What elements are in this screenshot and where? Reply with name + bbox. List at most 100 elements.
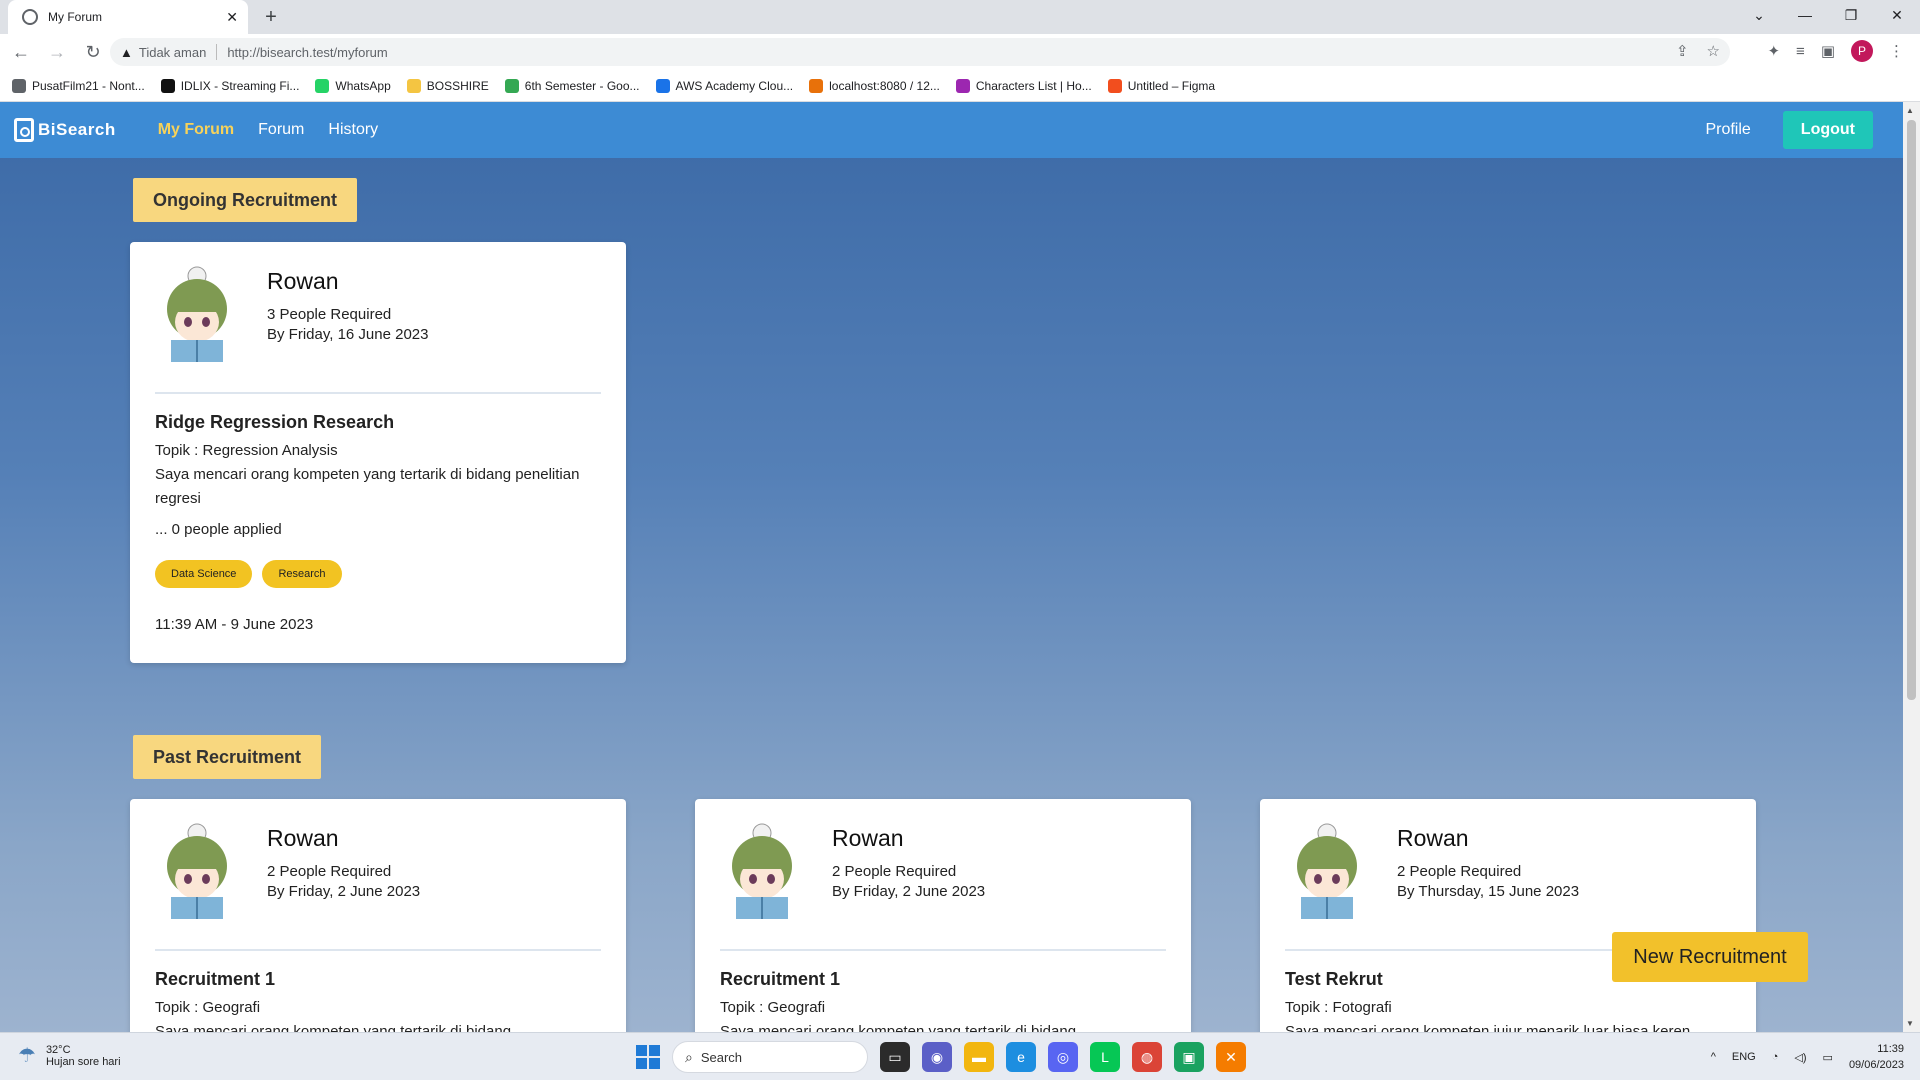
recruitment-card[interactable]: Rowan 2 People Required By Friday, 2 June …: [695, 799, 1191, 1032]
weather-widget[interactable]: ☂ 32°C Hujan sore hari: [18, 1043, 121, 1068]
system-tray: ^ ENG ◔ ◁) ▭ 11:39 09/06/2023: [1711, 1041, 1904, 1073]
scroll-up-icon[interactable]: ▲: [1906, 106, 1914, 115]
bookmark-item[interactable]: Untitled – Figma: [1107, 78, 1216, 93]
recruitment-card[interactable]: Rowan 2 People Required By Thursday, 15 Ju…: [1260, 799, 1756, 1032]
side-panel-icon[interactable]: ▣: [1821, 42, 1835, 60]
logo-document-icon: [14, 118, 34, 142]
recruitment-description: Saya mencari orang kompeten yang tertari…: [155, 466, 580, 507]
due-date: By Friday, 16 June 2023: [267, 326, 429, 343]
forward-button[interactable]: →: [42, 42, 72, 63]
avatar: [720, 821, 804, 921]
chevron-up-icon[interactable]: ^: [1711, 1051, 1716, 1063]
bookmark-star-icon[interactable]: ☆: [1707, 42, 1720, 60]
past-recruitment-label: Past Recruitment: [133, 735, 322, 779]
minimize-button[interactable]: —: [1782, 0, 1828, 34]
scrollbar-thumb[interactable]: [1907, 120, 1916, 700]
media-icon[interactable]: ≡: [1796, 43, 1805, 60]
extensions-icon[interactable]: ✦: [1767, 42, 1780, 60]
taskbar-search-label: Search: [700, 1049, 743, 1065]
scroll-down-icon[interactable]: ▼: [1906, 1019, 1914, 1028]
page-scrollbar[interactable]: ▲ ▼: [1903, 102, 1920, 1032]
battery-icon[interactable]: ▭: [1823, 1051, 1833, 1064]
card-header: Rowan 2 People Required By Thursday, 15 Ju…: [1285, 821, 1731, 921]
card-divider: [155, 949, 601, 951]
clock[interactable]: 11:39 09/06/2023: [1849, 1041, 1904, 1073]
restore-button[interactable]: ❐: [1828, 0, 1874, 34]
card-header: Rowan 2 People Required By Friday, 2 June …: [720, 821, 1166, 921]
windows-taskbar: ☂ 32°C Hujan sore hari ⌕ Search ▭ ◉ ▬ e …: [0, 1032, 1920, 1080]
username: Rowan: [1397, 825, 1469, 851]
url-input[interactable]: ▲ Tidak aman http://bisearch.test/myforu…: [110, 38, 1730, 66]
app-icon[interactable]: ▣: [1174, 1042, 1204, 1072]
browser-tab[interactable]: My Forum ✕: [8, 0, 248, 34]
logout-button[interactable]: Logout: [1782, 111, 1873, 149]
new-recruitment-button[interactable]: New Recruitment: [1612, 932, 1808, 982]
back-button[interactable]: ←: [6, 42, 36, 63]
recruitment-card[interactable]: Rowan 2 People Required By Friday, 2 June …: [130, 799, 626, 1032]
menu-icon[interactable]: ⋮: [1889, 42, 1904, 60]
bookmark-label: WhatsApp: [335, 78, 391, 93]
wifi-icon[interactable]: ◔: [1772, 1051, 1779, 1063]
profile-avatar[interactable]: P: [1851, 40, 1873, 62]
bookmark-label: localhost:8080 / 12...: [829, 78, 940, 93]
bookmark-item[interactable]: WhatsApp: [315, 78, 391, 93]
bookmark-label: Untitled – Figma: [1127, 78, 1216, 93]
people-required: 3 People Required: [267, 306, 392, 323]
due-date: By Friday, 2 June 2023: [267, 883, 421, 900]
bookmark-label: Characters List | Ho...: [975, 78, 1092, 93]
nav-history[interactable]: History: [328, 121, 378, 139]
share-icon[interactable]: ⇪: [1676, 42, 1689, 60]
new-tab-button[interactable]: +: [258, 4, 284, 30]
weather-desc: Hujan sore hari: [45, 1055, 121, 1068]
volume-icon[interactable]: ◁): [1794, 1051, 1806, 1064]
bookmark-item[interactable]: AWS Academy Clou...: [655, 78, 794, 93]
bookmark-favicon-icon: [955, 78, 970, 93]
reload-button[interactable]: ↻: [78, 42, 108, 63]
bookmark-favicon-icon: [809, 78, 824, 93]
recruitment-topic: Topik : Fotografi: [1285, 999, 1392, 1016]
recruitment-title[interactable]: Recruitment 1: [720, 969, 1166, 990]
tag-badge[interactable]: Data Science: [155, 560, 253, 588]
recruitment-title[interactable]: Ridge Regression Research: [155, 412, 601, 433]
weather-temp: 32°C: [45, 1043, 71, 1056]
card-user-info: Rowan 2 People Required By Friday, 2 June …: [832, 821, 985, 902]
edge-icon[interactable]: e: [1006, 1042, 1036, 1072]
nav-right: Profile Logout: [1705, 111, 1873, 149]
card-divider: [155, 392, 601, 394]
recruitment-title[interactable]: Recruitment 1: [155, 969, 601, 990]
nav-my-forum[interactable]: My Forum: [158, 121, 234, 139]
close-window-button[interactable]: ✕: [1874, 0, 1920, 34]
tag-list: Data Science Research: [155, 560, 601, 588]
people-required: 2 People Required: [832, 863, 957, 880]
bookmark-item[interactable]: localhost:8080 / 12...: [809, 78, 940, 93]
bookmark-item[interactable]: Characters List | Ho...: [955, 78, 1092, 93]
bookmark-favicon-icon: [504, 78, 519, 93]
xampp-icon[interactable]: ✕: [1216, 1042, 1246, 1072]
tab-search-icon[interactable]: ⌄: [1736, 0, 1782, 34]
address-toolbar: ← → ↻ ▲ Tidak aman http://bisearch.test/…: [0, 34, 1920, 70]
bookmark-item[interactable]: BOSSHIRE: [406, 78, 489, 93]
bookmark-item[interactable]: 6th Semester - Goo...: [504, 78, 640, 93]
windows-start-icon[interactable]: [636, 1045, 660, 1069]
recruitment-topic: Topik : Geografi: [720, 999, 826, 1016]
chrome-icon[interactable]: ◍: [1132, 1042, 1162, 1072]
close-tab-icon[interactable]: ✕: [226, 9, 238, 26]
profile-link[interactable]: Profile: [1705, 121, 1750, 139]
bookmark-label: AWS Academy Clou...: [675, 78, 794, 93]
nav-forum[interactable]: Forum: [258, 121, 304, 139]
taskbar-search[interactable]: ⌕ Search: [672, 1041, 868, 1073]
bookmark-label: PusatFilm21 - Nont...: [32, 78, 145, 93]
discord-icon[interactable]: ◎: [1048, 1042, 1078, 1072]
bookmark-item[interactable]: PusatFilm21 - Nont...: [12, 78, 145, 93]
app-logo[interactable]: BiSearch: [14, 118, 116, 142]
teams-icon[interactable]: ◉: [922, 1042, 952, 1072]
recruitment-card[interactable]: Rowan 3 People Required By Friday, 16 June…: [130, 242, 626, 663]
line-icon[interactable]: L: [1090, 1042, 1120, 1072]
warning-icon: ▲: [120, 44, 133, 60]
language-indicator[interactable]: ENG: [1732, 1051, 1756, 1063]
tag-badge[interactable]: Research: [262, 560, 342, 588]
file-explorer-icon[interactable]: ▬: [964, 1042, 994, 1072]
task-view-icon[interactable]: ▭: [880, 1042, 910, 1072]
bookmark-item[interactable]: IDLIX - Streaming Fi...: [160, 78, 299, 93]
bookmark-favicon-icon: [12, 78, 26, 93]
